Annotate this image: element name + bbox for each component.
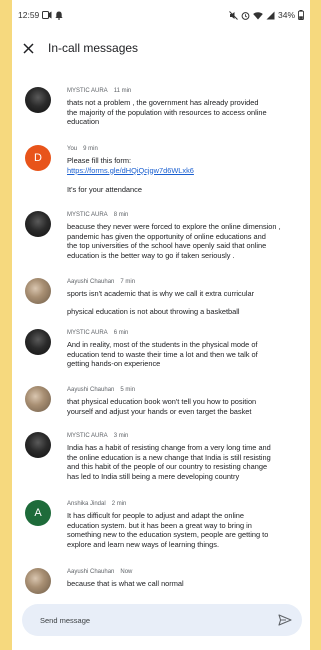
sender-name: MYSTIC AURA [67, 212, 108, 218]
message-text-line: India has a habit of resisting change fr… [67, 443, 271, 452]
avatar [25, 278, 51, 304]
avatar [25, 568, 51, 594]
message-text-line: education system. but it has been a grea… [67, 520, 252, 530]
message-text-line: because that is what we call normal [67, 579, 184, 588]
form-link[interactable]: https://forms.gle/dHQiQcjgw7d6WLxk6 [67, 166, 306, 176]
sender-name: Aayushi Chauhan [67, 279, 115, 285]
message-text-line: has led to India still being a mere deve… [67, 471, 240, 481]
alarm-icon [241, 11, 250, 20]
mute-icon [229, 10, 238, 20]
notification-bell-icon [55, 11, 63, 20]
message-text-line: And in reality, most of the students in … [67, 340, 258, 349]
message-text-line: the top universities of the school have … [67, 241, 267, 251]
status-bar: 12:59 34% [12, 0, 310, 30]
message-list[interactable]: MYSTIC AURA 11 min thats not a problem , … [12, 78, 310, 598]
page-title: In-call messages [48, 41, 139, 55]
message-item: A Anshika Jindal 2 min It has difficult f… [12, 500, 310, 549]
message-item: MYSTIC AURA 8 min beacuse they never were… [12, 211, 310, 260]
message-time: 6 min [113, 330, 129, 336]
status-time: 12:59 [18, 10, 40, 20]
sender-name: Anshika Jindal [67, 501, 106, 507]
message-text-line: education tend to waste their time a lot… [67, 349, 258, 359]
message-item: MYSTIC AURA 3 min India has a habit of re… [12, 432, 310, 481]
sender-name: MYSTIC AURA [67, 88, 108, 94]
avatar [25, 386, 51, 412]
message-text-line: the majority of the population with reso… [67, 107, 267, 117]
sender-name: Aayushi Chauhan [67, 569, 115, 575]
message-text-line: the online education is a new change tha… [67, 452, 271, 462]
avatar [25, 329, 51, 355]
message-text-line: and this habit of the people of our coun… [67, 462, 268, 472]
message-text-line: getting hands-on experience [67, 359, 161, 369]
message-text-line: explore and learn new ways of learning t… [67, 539, 220, 549]
message-text-line: yourself and adjust your hands or even t… [67, 406, 252, 416]
message-item: Aayushi Chauhan 5 min that physical educa… [12, 386, 310, 416]
sender-name: Aayushi Chauhan [67, 387, 115, 393]
message-time: 11 min [113, 88, 132, 94]
in-call-messages-screen: 12:59 34% In-call messages MYSTIC AURA 11… [12, 0, 310, 650]
message-text-line: something new to the education system, p… [67, 530, 269, 540]
message-time: 5 min [120, 387, 136, 393]
avatar [25, 432, 51, 458]
message-item: D You 9 min Please fill this form: https:… [12, 145, 310, 195]
message-item: MYSTIC AURA 6 min And in reality, most of… [12, 329, 310, 369]
message-item: Aayushi Chauhan 7 min sports isn't academ… [12, 278, 310, 316]
message-text-line: physical education is not about throwing… [67, 306, 240, 316]
sender-name: You [67, 146, 78, 152]
message-time: 3 min [113, 433, 129, 439]
message-text-line: It has difficult for people to adjust an… [67, 511, 244, 520]
message-text-line: sports isn't academic that is why we cal… [67, 289, 255, 298]
sender-name: MYSTIC AURA [67, 330, 108, 336]
header: In-call messages [12, 30, 310, 66]
message-text-line: It's for your attendance [67, 185, 142, 195]
message-time: 9 min [83, 146, 98, 152]
sender-name: MYSTIC AURA [67, 433, 108, 439]
message-text-line: pandemic has given the opportunity of on… [67, 231, 266, 241]
avatar: A [25, 500, 51, 526]
message-time: 8 min [113, 212, 129, 218]
avatar [25, 211, 51, 237]
message-text-line: thats not a problem , the government has… [67, 98, 259, 107]
battery-icon [298, 10, 304, 20]
message-item: MYSTIC AURA 11 min thats not a problem , … [12, 87, 310, 127]
signal-icon [266, 11, 275, 19]
close-button[interactable] [18, 38, 38, 58]
screen-record-icon [42, 11, 52, 19]
battery-percent: 34% [277, 10, 295, 20]
send-message-input[interactable] [40, 615, 240, 625]
message-time: Now [120, 569, 133, 575]
message-text-line: Please fill this form: [67, 156, 132, 165]
avatar [25, 87, 51, 113]
message-item: Aayushi Chauhan Now because that is what … [12, 568, 310, 594]
message-text-line: education is the better way to go if tak… [67, 250, 235, 260]
message-composer [22, 604, 302, 636]
wifi-icon [253, 11, 263, 19]
send-icon [278, 614, 292, 626]
message-time: 7 min [120, 279, 136, 285]
send-button[interactable] [278, 614, 292, 626]
close-icon [22, 42, 34, 54]
message-text-line: education [67, 117, 100, 127]
message-time: 2 min [111, 501, 127, 507]
message-text-line: that physical education book won't tell … [67, 397, 257, 406]
message-text-line: beacuse they never were forced to explor… [67, 222, 281, 231]
avatar: D [25, 145, 51, 171]
